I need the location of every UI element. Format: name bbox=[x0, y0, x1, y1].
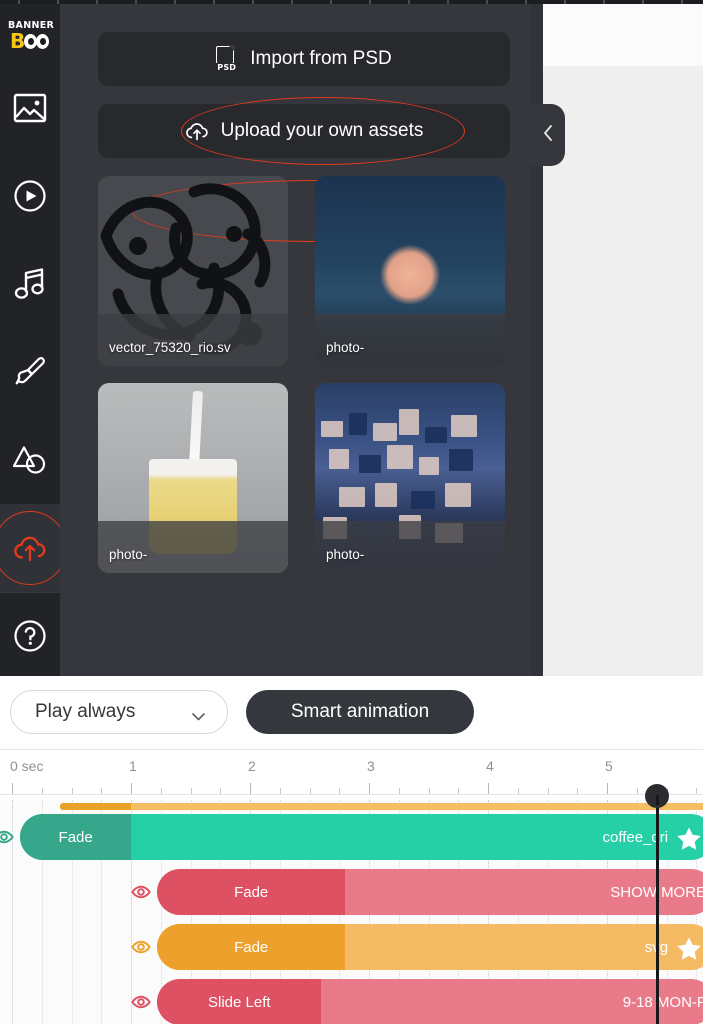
logo-wordmark-bottom: B bbox=[10, 29, 50, 53]
timeline-track-bar[interactable]: Fade coffee_dri bbox=[20, 814, 703, 860]
timeline-track-bar[interactable]: Slide Left 9-18 MON-F bbox=[157, 979, 703, 1024]
banner-editor-app: BANNER B PSD Import from PSD Upload your… bbox=[0, 0, 703, 1024]
ruler-tick-minor bbox=[71, 788, 73, 794]
timeline-ruler[interactable]: 0 sec 1 2 3 4 5 bbox=[0, 750, 703, 800]
logo-letter-b: B bbox=[10, 29, 26, 53]
asset-card[interactable]: photo- bbox=[315, 176, 505, 366]
summary-track-bar[interactable] bbox=[59, 803, 703, 810]
track-name-label: 9-18 MON-F bbox=[622, 993, 703, 1011]
sidebar-item-images[interactable] bbox=[0, 64, 60, 152]
ruler-tick-minor bbox=[41, 788, 43, 794]
play-mode-value: Play always bbox=[35, 701, 136, 722]
ruler-tick-minor bbox=[190, 788, 192, 794]
favorite-star-icon[interactable] bbox=[676, 936, 702, 966]
sidebar-item-audio[interactable] bbox=[0, 240, 60, 328]
sidebar-item-video[interactable] bbox=[0, 152, 60, 240]
left-tool-rail: BANNER B bbox=[0, 4, 67, 676]
shapes-icon bbox=[13, 445, 47, 475]
upload-assets-button[interactable]: Upload your own assets bbox=[98, 104, 510, 158]
play-circle-icon bbox=[13, 179, 47, 213]
ruler-tick-minor bbox=[279, 788, 281, 794]
upload-assets-label: Upload your own assets bbox=[220, 120, 424, 141]
ruler-tick-minor bbox=[577, 788, 579, 794]
sidebar-item-help[interactable] bbox=[0, 592, 60, 680]
asset-card[interactable]: photo- bbox=[315, 383, 505, 573]
cloud-upload-icon bbox=[185, 121, 209, 141]
asset-card[interactable]: vector_75320_rio.sv bbox=[98, 176, 288, 366]
chevron-left-icon bbox=[542, 124, 554, 147]
track-effect-label: Fade bbox=[234, 883, 269, 901]
ruler-tick-minor bbox=[220, 788, 222, 794]
psd-badge-label: PSD bbox=[216, 63, 238, 72]
timeline-tracks: Fade coffee_dri Fade SHOW MORE Fade svg … bbox=[0, 800, 703, 1024]
ruler-tick-minor bbox=[339, 788, 341, 794]
ruler-tick-major bbox=[369, 783, 370, 794]
ruler-label: 2 bbox=[248, 758, 256, 774]
timeline-region: Play always Smart animation 0 sec 1 2 3 4 5 F… bbox=[0, 676, 703, 1024]
asset-name-label: photo- bbox=[109, 547, 148, 562]
track-visibility-eye-icon[interactable] bbox=[131, 937, 151, 957]
ruler-tick-minor bbox=[160, 788, 162, 794]
paintbrush-icon bbox=[14, 356, 46, 388]
asset-name-label: photo- bbox=[326, 547, 365, 562]
asset-grid: vector_75320_rio.sv photo- photo- photo- bbox=[98, 176, 519, 573]
ruler-tick-minor bbox=[428, 788, 430, 794]
image-icon bbox=[13, 93, 47, 123]
timeline-controls: Play always Smart animation bbox=[0, 676, 703, 750]
ruler-tick-major bbox=[250, 783, 251, 794]
question-circle-icon bbox=[13, 619, 47, 653]
smart-animation-button[interactable]: Smart animation bbox=[246, 690, 474, 734]
track-visibility-eye-icon[interactable] bbox=[131, 882, 151, 902]
ruler-tick-minor bbox=[636, 788, 638, 794]
cloud-upload-icon bbox=[13, 534, 47, 562]
track-effect-label: Fade bbox=[234, 938, 269, 956]
ruler-tick-minor bbox=[309, 788, 311, 794]
sidebar-item-draw[interactable] bbox=[0, 328, 60, 416]
import-from-psd-button[interactable]: PSD Import from PSD bbox=[98, 32, 510, 86]
music-note-icon bbox=[14, 267, 46, 301]
ruler-tick-major bbox=[488, 783, 489, 794]
timeline-track-bar[interactable]: Fade SHOW MORE bbox=[157, 869, 703, 915]
timeline-track-bar[interactable]: Fade svg bbox=[157, 924, 703, 970]
ruler-tick-major bbox=[607, 783, 608, 794]
asset-name-label: vector_75320_rio.sv bbox=[109, 340, 231, 355]
app-logo[interactable]: BANNER B bbox=[0, 16, 60, 64]
ruler-tick-major bbox=[131, 783, 132, 794]
ruler-baseline bbox=[0, 794, 703, 795]
ruler-tick-minor bbox=[398, 788, 400, 794]
ruler-label: 5 bbox=[605, 758, 613, 774]
sidebar-item-uploads[interactable] bbox=[0, 504, 67, 592]
canvas-area[interactable] bbox=[543, 4, 703, 676]
asset-card[interactable]: photo- bbox=[98, 383, 288, 573]
ruler-tick-minor bbox=[696, 788, 698, 794]
ruler-tick-minor bbox=[517, 788, 519, 794]
ruler-tick-minor bbox=[547, 788, 549, 794]
rail-icon-list bbox=[0, 64, 67, 680]
track-effect-label: Fade bbox=[58, 828, 93, 846]
chevron-down-icon bbox=[192, 708, 205, 721]
ruler-label: 3 bbox=[367, 758, 375, 774]
ruler-tick-major bbox=[12, 783, 13, 794]
uploads-panel: PSD Import from PSD Upload your own asse… bbox=[60, 4, 543, 676]
psd-file-icon: PSD bbox=[216, 45, 238, 72]
track-visibility-eye-icon[interactable] bbox=[0, 827, 15, 847]
playhead-stem bbox=[656, 795, 659, 805]
asset-name-label: photo- bbox=[326, 340, 365, 355]
track-visibility-eye-icon[interactable] bbox=[131, 992, 151, 1012]
favorite-star-icon[interactable] bbox=[676, 826, 702, 856]
track-effect-label: Slide Left bbox=[208, 993, 271, 1011]
collapse-panel-button[interactable] bbox=[531, 104, 565, 166]
import-from-psd-label: Import from PSD bbox=[250, 48, 392, 69]
ruler-tick-minor bbox=[458, 788, 460, 794]
ruler-label: 4 bbox=[486, 758, 494, 774]
ruler-label: 1 bbox=[129, 758, 137, 774]
ruler-tick-minor bbox=[101, 788, 103, 794]
canvas-top-bar bbox=[543, 4, 703, 66]
play-mode-select[interactable]: Play always bbox=[10, 690, 228, 734]
ruler-label: 0 sec bbox=[10, 758, 44, 774]
logo-eye-right-icon bbox=[36, 33, 50, 49]
editor-region: BANNER B PSD Import from PSD Upload your… bbox=[0, 4, 703, 676]
sidebar-item-shapes[interactable] bbox=[0, 416, 60, 504]
playhead-line[interactable] bbox=[656, 800, 659, 1024]
